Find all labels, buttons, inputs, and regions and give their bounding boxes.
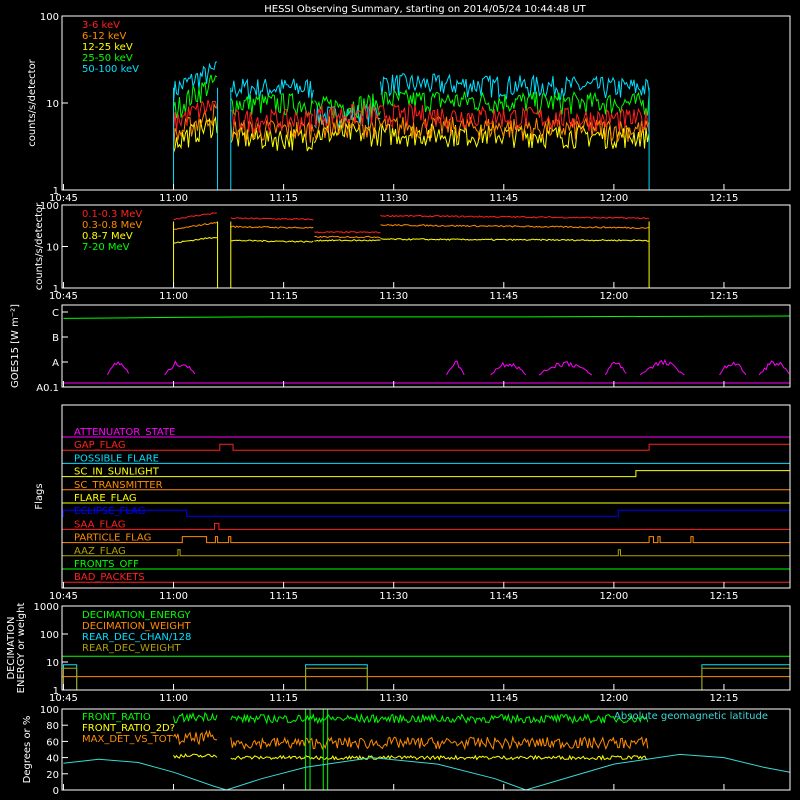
y-tick-label: A0.1 (36, 383, 59, 394)
chart-title: HESSI Observing Summary, starting on 201… (264, 4, 586, 15)
x-tick-label: 12:15 (710, 591, 739, 602)
y-tick-label: 1000 (34, 602, 59, 613)
x-tick-label: 11:30 (379, 591, 408, 602)
legend-low-energy: 12-25 keV (82, 42, 133, 53)
y-tick-label: 100 (40, 705, 59, 716)
legend-decimation: REAR_DEC_CHAN/128 (82, 632, 191, 643)
legend-ratios: FRONT_RATIO_2D? (82, 723, 175, 734)
panel-high-energy-ylabel: counts/s/detector (34, 202, 45, 290)
panel-ratios-ylabel: Degrees or % (22, 716, 33, 784)
x-tick-label: 11:15 (269, 193, 298, 204)
x-tick-label: 11:30 (379, 693, 408, 704)
flag-label: SC_TRANSMITTER (74, 480, 163, 491)
y-tick-label: 20 (46, 770, 59, 781)
x-tick-label: 11:00 (159, 193, 188, 204)
legend-low-energy: 50-100 keV (82, 64, 139, 75)
x-tick-label: 11:00 (159, 693, 188, 704)
flag-label: FRONTS_OFF (74, 559, 139, 570)
x-tick-label: 11:30 (379, 193, 408, 204)
flag-label: GAP_FLAG (74, 440, 126, 451)
x-tick-label: 10:45 (49, 693, 78, 704)
y-tick-label: 10 (46, 243, 59, 254)
x-tick-label: 12:00 (599, 291, 628, 302)
panel-decimation-ylabel-2: ENERGY or weight (16, 603, 27, 694)
x-tick-label: 10:45 (49, 291, 78, 302)
legend-low-energy: 6-12 keV (82, 31, 126, 42)
flag-label: FLARE_FLAG (74, 493, 137, 504)
x-tick-label: 11:45 (489, 193, 518, 204)
flag-label: ATTENUATOR_STATE (74, 427, 175, 438)
legend-decimation: DECIMATION_ENERGY (82, 610, 191, 621)
flag-label: BAD_PACKETS (74, 572, 145, 583)
y-tick-label: 100 (40, 630, 59, 641)
legend-high-energy: 0.3-0.8 MeV (82, 220, 142, 231)
legend-low-energy: 3-6 keV (82, 20, 120, 31)
y-tick-label: C (52, 308, 59, 319)
x-tick-label: 11:15 (269, 591, 298, 602)
x-tick-label: 11:45 (489, 693, 518, 704)
legend-decimation: REAR_DEC_WEIGHT (82, 643, 181, 654)
x-tick-label: 11:15 (269, 291, 298, 302)
x-tick-label: 10:45 (49, 591, 78, 602)
x-tick-label: 11:30 (379, 291, 408, 302)
flag-label: PARTICLE_FLAG (74, 533, 151, 544)
legend-ratios: MAX_DET_VS_TOT (82, 734, 174, 745)
x-tick-label: 11:15 (269, 693, 298, 704)
x-tick-label: 11:00 (159, 291, 188, 302)
y-tick-label: 10 (46, 99, 59, 110)
y-tick-label: 40 (46, 754, 59, 765)
flag-label: SAA_FLAG (74, 519, 125, 530)
y-tick-label: 100 (40, 12, 59, 23)
panel-flags-ylabel: Flags (34, 483, 45, 509)
x-tick-label: 11:45 (489, 291, 518, 302)
x-tick-label: 12:00 (599, 591, 628, 602)
legend-decimation: DECIMATION_WEIGHT (82, 621, 191, 632)
legend-low-energy: 25-50 keV (82, 53, 133, 64)
x-tick-label: 12:00 (599, 193, 628, 204)
x-tick-label: 11:00 (159, 591, 188, 602)
x-tick-label: 12:15 (710, 291, 739, 302)
legend-high-energy: 0.1-0.3 MeV (82, 209, 142, 220)
flag-label: AAZ_FLAG (74, 546, 126, 557)
panel-goes-ylabel: GOES15 [W m⁻²] (10, 304, 21, 388)
flag-label: ECLIPSE_FLAG (74, 506, 145, 517)
x-tick-label: 12:00 (599, 693, 628, 704)
legend-high-energy: 0.8-7 MeV (82, 231, 133, 242)
legend-high-energy: 7-20 MeV (82, 242, 130, 253)
y-tick-label: 0 (53, 786, 59, 797)
y-tick-label: 10 (46, 658, 59, 669)
panel-low-energy-ylabel: counts/s/detector (27, 58, 38, 146)
x-tick-label: 12:15 (710, 693, 739, 704)
y-tick-label: 80 (46, 721, 59, 732)
legend-geomagnetic-latitude: Absolute geomagnetic latitude (614, 711, 768, 722)
flag-label: POSSIBLE_FLARE (74, 453, 159, 464)
flag-label: SC_IN_SUNLIGHT (74, 467, 160, 478)
y-tick-label: B (52, 333, 59, 344)
x-tick-label: 11:45 (489, 591, 518, 602)
y-tick-label: A (52, 358, 59, 369)
y-tick-label: 60 (46, 737, 59, 748)
legend-ratios: FRONT_RATIO (82, 712, 151, 723)
x-tick-label: 12:15 (710, 193, 739, 204)
hessi-observing-summary-chart: HESSI Observing Summary, starting on 201… (0, 0, 800, 800)
